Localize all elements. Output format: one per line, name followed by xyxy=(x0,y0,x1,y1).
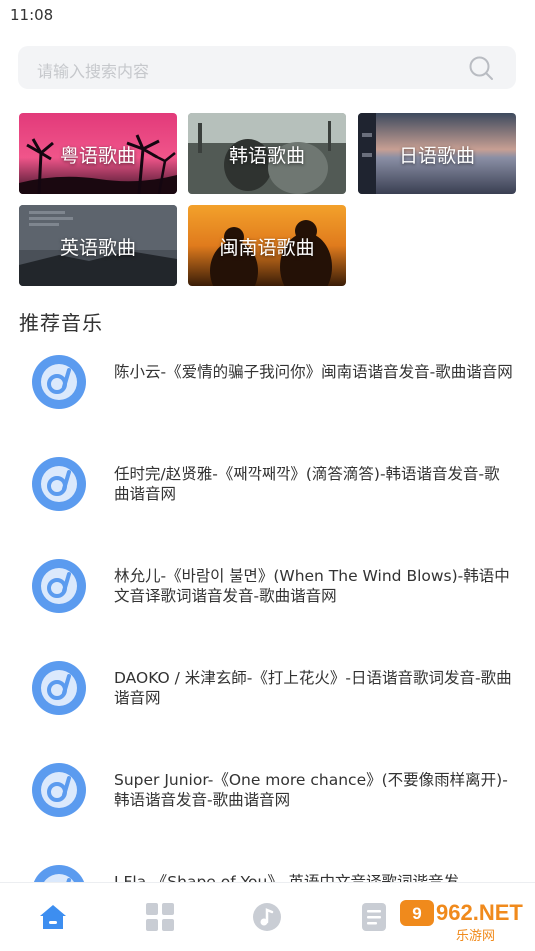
search-icon[interactable] xyxy=(468,55,494,81)
category-label: 韩语歌曲 xyxy=(228,145,305,167)
song-item[interactable]: J.Fla-《Shape of You》-英语中文音译歌词谐音发 xyxy=(0,850,535,882)
song-title: 任时完/赵贤雅-《째깍째깍》(滴答滴答)-韩语谐音发音-歌曲谐音网 xyxy=(114,465,500,503)
music-disc-icon xyxy=(32,457,86,511)
watermark-text: 962.NET xyxy=(436,900,523,925)
song-title: DAOKO / 米津玄師-《打上花火》-日语谐音歌词发音-歌曲谐音网 xyxy=(114,669,512,707)
song-item[interactable]: 林允儿-《바람이 불면》(When The Wind Blows)-韩语中文音译… xyxy=(0,544,535,646)
watermark-image: 9 962.NET 乐游网 xyxy=(396,892,532,946)
search-input[interactable]: 请输入搜索内容 xyxy=(18,46,516,89)
category-label: 日语歌曲 xyxy=(398,145,475,167)
category-korean[interactable]: 韩语歌曲 xyxy=(188,113,346,194)
watermark-subtext: 乐游网 xyxy=(456,929,495,944)
music-disc-icon xyxy=(32,763,86,817)
category-minnan[interactable]: 闽南语歌曲 xyxy=(188,205,346,286)
music-disc-icon xyxy=(33,865,85,882)
watermark-logo: 9 962.NET 乐游网 xyxy=(396,892,532,946)
search-placeholder: 请输入搜索内容 xyxy=(37,62,150,81)
section-title: 推荐音乐 xyxy=(19,311,103,335)
status-time: 11:08 xyxy=(10,6,54,24)
document-icon[interactable] xyxy=(358,901,390,933)
music-disc-icon xyxy=(32,661,86,715)
music-disc-icon xyxy=(32,355,86,409)
song-item[interactable]: 陈小云-《爱情的骗子我问你》闽南语谐音发音-歌曲谐音网 xyxy=(0,340,535,442)
status-bar: 11:08 xyxy=(0,0,535,30)
music-disc-icon xyxy=(32,559,86,613)
song-item[interactable]: 任时完/赵贤雅-《째깍째깍》(滴答滴答)-韩语谐音发音-歌曲谐音网 xyxy=(0,442,535,544)
category-cantonese[interactable]: 粤语歌曲 xyxy=(19,113,177,194)
grid-icon[interactable] xyxy=(144,901,176,933)
song-item[interactable]: DAOKO / 米津玄師-《打上花火》-日语谐音歌词发音-歌曲谐音网 xyxy=(0,646,535,748)
category-label: 英语歌曲 xyxy=(59,237,136,259)
song-title: 林允儿-《바람이 불면》(When The Wind Blows)-韩语中文音译… xyxy=(114,567,510,605)
category-english[interactable]: 英语歌曲 xyxy=(19,205,177,286)
home-icon[interactable] xyxy=(37,901,69,933)
song-title: 陈小云-《爱情的骗子我问你》闽南语谐音发音-歌曲谐音网 xyxy=(114,363,513,381)
song-title: J.Fla-《Shape of You》-英语中文音译歌词谐音发 xyxy=(114,873,459,882)
category-label: 粤语歌曲 xyxy=(59,145,136,167)
song-list[interactable]: 陈小云-《爱情的骗子我问你》闽南语谐音发音-歌曲谐音网 任时完/赵贤雅-《째깍째… xyxy=(0,340,535,882)
category-japanese[interactable]: 日语歌曲 xyxy=(358,113,516,194)
song-item[interactable]: Super Junior-《One more chance》(不要像雨样离开)-… xyxy=(0,748,535,850)
music-note-icon[interactable] xyxy=(251,901,283,933)
svg-text:9: 9 xyxy=(412,904,421,923)
category-label: 闽南语歌曲 xyxy=(219,237,315,259)
song-title: Super Junior-《One more chance》(不要像雨样离开)-… xyxy=(114,771,508,809)
